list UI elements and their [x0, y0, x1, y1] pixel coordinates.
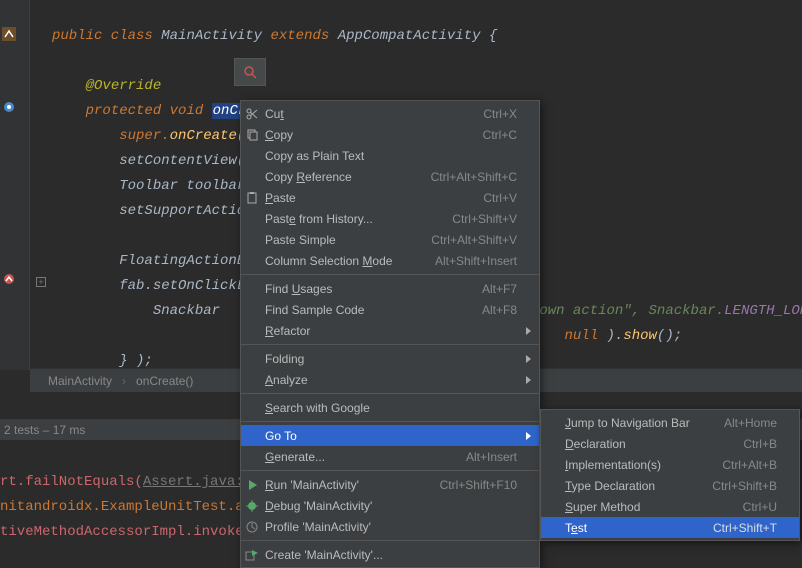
- context-menu-item[interactable]: Find Sample CodeAlt+F8: [241, 299, 539, 320]
- context-menu-item[interactable]: Debug 'MainActivity': [241, 495, 539, 516]
- menu-item-shortcut: Ctrl+U: [743, 500, 777, 514]
- context-menu-item[interactable]: CopyCtrl+C: [241, 124, 539, 145]
- menu-item-shortcut: Ctrl+Shift+T: [713, 521, 777, 535]
- menu-item-label: Search with Google: [265, 401, 517, 415]
- menu-item-shortcut: Ctrl+Shift+F10: [440, 478, 517, 492]
- menu-item-shortcut: Ctrl+Shift+B: [712, 479, 777, 493]
- menu-item-label: Declaration: [565, 437, 743, 451]
- menu-item-shortcut: Ctrl+Alt+B: [722, 458, 777, 472]
- run-icon: [245, 478, 259, 492]
- context-menu-item[interactable]: Go To: [241, 425, 539, 446]
- editor-gutter: +: [0, 0, 30, 370]
- context-menu-item[interactable]: Paste from History...Ctrl+Shift+V: [241, 208, 539, 229]
- context-menu-item[interactable]: Search with Google: [241, 397, 539, 418]
- profile-icon: [245, 520, 259, 534]
- menu-item-label: Copy: [265, 128, 483, 142]
- menu-item-shortcut: Ctrl+X: [483, 107, 517, 121]
- menu-item-shortcut: Alt+Home: [724, 416, 777, 430]
- menu-item-label: Refactor: [265, 324, 517, 338]
- menu-item-label: Folding: [265, 352, 517, 366]
- context-menu-item[interactable]: Folding: [241, 348, 539, 369]
- implements-up-gutter-icon: [2, 272, 16, 286]
- menu-item-label: Go To: [265, 429, 517, 443]
- menu-item-shortcut: Ctrl+Shift+V: [452, 212, 517, 226]
- menu-item-shortcut: Alt+Insert: [466, 450, 517, 464]
- menu-item-shortcut: Ctrl+Alt+Shift+V: [431, 233, 517, 247]
- context-menu-item[interactable]: Run 'MainActivity'Ctrl+Shift+F10: [241, 474, 539, 495]
- code-line: @Override: [30, 74, 802, 99]
- menu-item-shortcut: Ctrl+B: [743, 437, 777, 451]
- context-menu-item[interactable]: Paste SimpleCtrl+Alt+Shift+V: [241, 229, 539, 250]
- context-menu-item[interactable]: CutCtrl+X: [241, 103, 539, 124]
- breadcrumb-item[interactable]: MainActivity: [48, 374, 112, 388]
- menu-separator: [241, 393, 539, 394]
- menu-item-label: Generate...: [265, 450, 466, 464]
- submenu-arrow-icon: [526, 376, 531, 384]
- menu-item-label: Jump to Navigation Bar: [565, 416, 724, 430]
- menu-item-label: Cut: [265, 107, 483, 121]
- goto-submenu-item[interactable]: TestCtrl+Shift+T: [541, 517, 799, 538]
- menu-item-label: Column Selection Mode: [265, 254, 435, 268]
- goto-submenu-item[interactable]: Super MethodCtrl+U: [541, 496, 799, 517]
- override-gutter-icon: [2, 27, 16, 41]
- menu-item-label: Analyze: [265, 373, 517, 387]
- context-menu-item[interactable]: Generate...Alt+Insert: [241, 446, 539, 467]
- context-menu-item[interactable]: Analyze: [241, 369, 539, 390]
- paste-icon: [245, 191, 259, 205]
- menu-item-label: Super Method: [565, 500, 743, 514]
- submenu-arrow-icon: [526, 432, 531, 440]
- context-menu-item[interactable]: Create 'MainActivity'...: [241, 544, 539, 565]
- copy-icon: [245, 128, 259, 142]
- menu-separator: [241, 421, 539, 422]
- context-menu-item[interactable]: Find UsagesAlt+F7: [241, 278, 539, 299]
- menu-item-label: Type Declaration: [565, 479, 712, 493]
- breadcrumb-item[interactable]: onCreate(): [136, 374, 193, 388]
- goto-submenu-item[interactable]: Type DeclarationCtrl+Shift+B: [541, 475, 799, 496]
- menu-item-label: Implementation(s): [565, 458, 722, 472]
- menu-separator: [241, 540, 539, 541]
- menu-separator: [241, 470, 539, 471]
- menu-item-shortcut: Alt+F7: [482, 282, 517, 296]
- menu-separator: [241, 274, 539, 275]
- editor-context-menu[interactable]: CutCtrl+XCopyCtrl+CCopy as Plain TextCop…: [240, 100, 540, 568]
- context-menu-item[interactable]: Column Selection ModeAlt+Shift+Insert: [241, 250, 539, 271]
- context-menu-item[interactable]: Profile 'MainActivity': [241, 516, 539, 537]
- menu-item-label: Copy Reference: [265, 170, 431, 184]
- code-line: [30, 49, 802, 74]
- menu-item-label: Find Usages: [265, 282, 482, 296]
- menu-item-label: Profile 'MainActivity': [265, 520, 517, 534]
- scissors-icon: [245, 107, 259, 121]
- context-menu-item[interactable]: PasteCtrl+V: [241, 187, 539, 208]
- search-highlight-box[interactable]: [234, 58, 266, 86]
- goto-submenu[interactable]: Jump to Navigation BarAlt+HomeDeclaratio…: [540, 409, 800, 541]
- menu-item-label: Find Sample Code: [265, 303, 482, 317]
- menu-separator: [241, 344, 539, 345]
- chevron-right-icon: ›: [122, 374, 126, 388]
- goto-submenu-item[interactable]: DeclarationCtrl+B: [541, 433, 799, 454]
- context-menu-item[interactable]: Refactor: [241, 320, 539, 341]
- menu-item-shortcut: Ctrl+V: [483, 191, 517, 205]
- menu-item-label: Paste Simple: [265, 233, 431, 247]
- search-icon: [243, 65, 257, 79]
- context-menu-item[interactable]: Copy ReferenceCtrl+Alt+Shift+C: [241, 166, 539, 187]
- menu-item-shortcut: Ctrl+C: [483, 128, 517, 142]
- debug-icon: [245, 499, 259, 513]
- menu-item-label: Debug 'MainActivity': [265, 499, 517, 513]
- menu-item-label: Copy as Plain Text: [265, 149, 517, 163]
- code-line: public class MainActivity extends AppCom…: [30, 24, 802, 49]
- menu-item-shortcut: Alt+F8: [482, 303, 517, 317]
- context-menu-item[interactable]: Copy as Plain Text: [241, 145, 539, 166]
- menu-item-label: Paste: [265, 191, 483, 205]
- submenu-arrow-icon: [526, 355, 531, 363]
- goto-submenu-item[interactable]: Implementation(s)Ctrl+Alt+B: [541, 454, 799, 475]
- menu-item-shortcut: Ctrl+Alt+Shift+C: [431, 170, 517, 184]
- implements-gutter-icon: [2, 100, 16, 114]
- submenu-arrow-icon: [526, 327, 531, 335]
- menu-item-shortcut: Alt+Shift+Insert: [435, 254, 517, 268]
- menu-item-label: Test: [565, 521, 713, 535]
- menu-item-label: Run 'MainActivity': [265, 478, 440, 492]
- menu-item-label: Paste from History...: [265, 212, 452, 226]
- goto-submenu-item[interactable]: Jump to Navigation BarAlt+Home: [541, 412, 799, 433]
